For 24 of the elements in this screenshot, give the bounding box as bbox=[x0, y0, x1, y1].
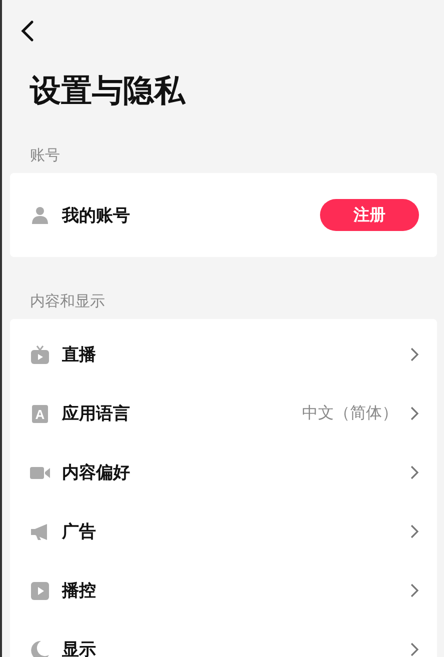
letter-icon: A bbox=[30, 404, 50, 424]
setting-label: 播控 bbox=[62, 580, 97, 602]
chevron-right-icon[interactable] bbox=[410, 642, 419, 657]
moon-icon bbox=[30, 640, 50, 657]
section-heading: 内容和显示 bbox=[30, 291, 106, 311]
chevron-right-icon[interactable] bbox=[410, 465, 419, 480]
back-icon[interactable] bbox=[20, 20, 34, 42]
register-button[interactable]: 注册 bbox=[320, 199, 419, 231]
page-title: 设置与隐私 bbox=[30, 72, 187, 111]
megaphone-icon bbox=[30, 522, 50, 542]
chevron-right-icon[interactable] bbox=[410, 583, 419, 598]
tv-icon bbox=[30, 344, 50, 364]
chevron-right-icon[interactable] bbox=[410, 347, 419, 362]
person-icon bbox=[30, 205, 50, 225]
setting-value: 中文（简体） bbox=[302, 403, 398, 424]
setting-label: 应用语言 bbox=[62, 403, 131, 425]
play-icon bbox=[30, 580, 50, 600]
section-heading: 账号 bbox=[30, 145, 61, 165]
setting-label: 内容偏好 bbox=[62, 462, 131, 484]
chevron-right-icon[interactable] bbox=[410, 406, 419, 421]
setting-label: 广告 bbox=[62, 521, 97, 543]
chevron-right-icon[interactable] bbox=[410, 524, 419, 539]
setting-label: 直播 bbox=[62, 344, 97, 366]
setting-label: 我的账号 bbox=[62, 204, 131, 226]
